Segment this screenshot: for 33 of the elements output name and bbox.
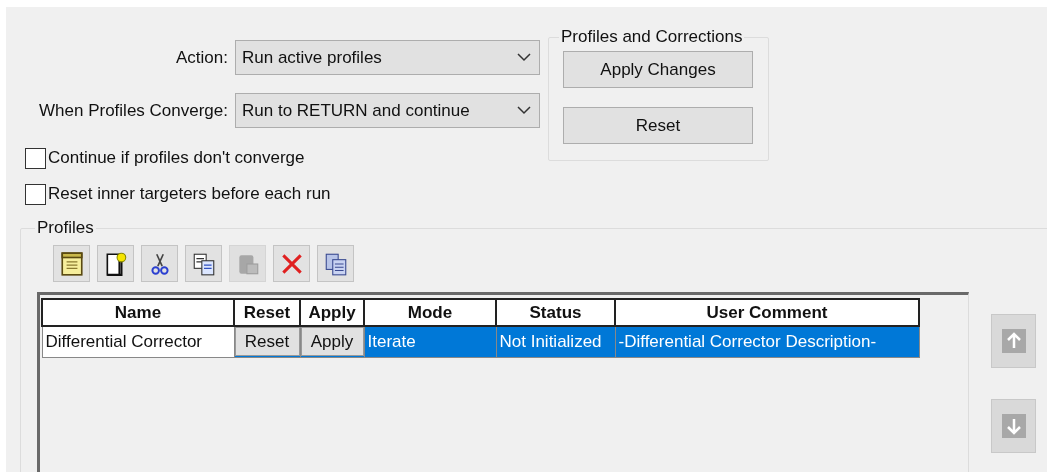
field-label: Action: [175, 46, 229, 69]
dropdown[interactable]: Run to RETURN and continue [235, 93, 540, 128]
checkbox-label: Continue if profiles don't converge [48, 147, 305, 170]
checkbox[interactable] [25, 147, 46, 169]
arrow-down-icon [1001, 414, 1026, 438]
table-cell[interactable]: Not Initialized [496, 326, 615, 357]
group-title: Profiles and Corrections [560, 27, 744, 47]
caret-icon [517, 106, 531, 115]
apply-button[interactable]: Apply [300, 327, 364, 357]
column-header[interactable]: Reset [234, 299, 300, 326]
column-header[interactable]: Mode [364, 299, 496, 326]
checkbox[interactable] [25, 183, 46, 205]
checkbox-label: Reset inner targeters before each run [48, 183, 331, 206]
table-cell[interactable]: -Differential Corrector Description- [615, 326, 919, 357]
reset-button[interactable]: Reset [563, 107, 753, 144]
table-cell[interactable]: Iterate [364, 326, 496, 357]
toolbar-button[interactable] [141, 245, 178, 282]
toolbar-button[interactable] [53, 245, 90, 282]
dropdown[interactable]: Run active profiles [235, 40, 540, 75]
caret-icon [517, 53, 531, 62]
new-document-icon [58, 250, 85, 277]
column-header[interactable]: User Comment [615, 299, 919, 326]
column-header[interactable]: Apply [300, 299, 364, 326]
apply-changes-button[interactable]: Apply Changes [563, 51, 753, 88]
group-title: Profiles [36, 219, 95, 237]
toolbar-button[interactable] [97, 245, 134, 282]
toolbar-button[interactable] [185, 245, 222, 282]
column-header[interactable]: Status [496, 299, 615, 326]
field-label: When Profiles Converge: [38, 99, 229, 122]
column-header[interactable]: Name [42, 299, 234, 326]
arrow-up-icon [1001, 329, 1026, 353]
reset-button[interactable]: Reset [234, 327, 300, 357]
table-cell[interactable]: Differential Corrector [42, 326, 234, 357]
